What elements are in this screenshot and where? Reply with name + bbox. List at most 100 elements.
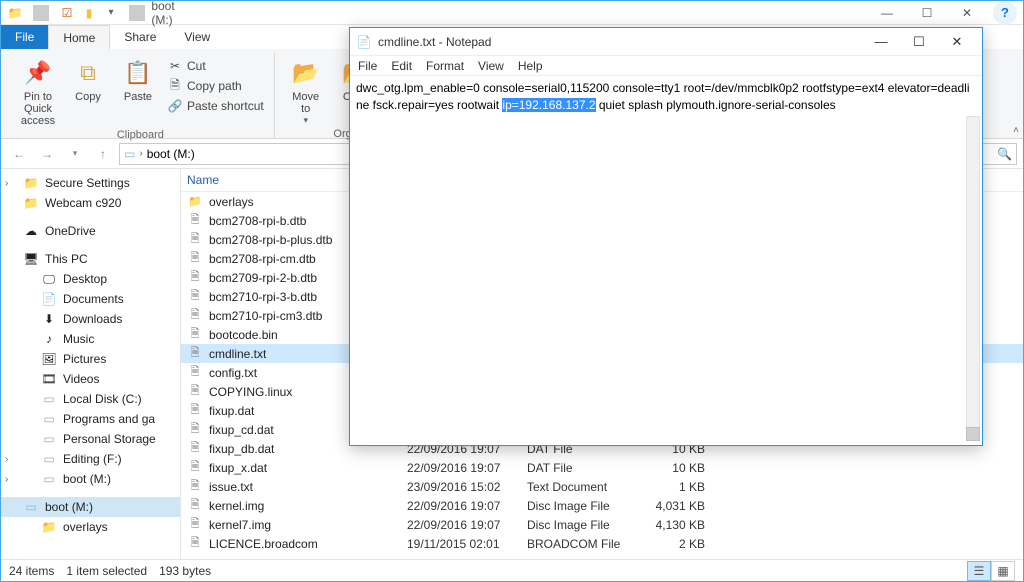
file-row[interactable]: 🗎kernel.img22/09/2016 19:07Disc Image Fi… (181, 496, 1023, 515)
forward-button[interactable]: → (35, 142, 59, 166)
tree-item-label: Videos (63, 372, 99, 386)
menu-file[interactable]: File (358, 59, 377, 73)
menu-format[interactable]: Format (426, 59, 464, 73)
notepad-minimize-button[interactable]: — (862, 28, 900, 56)
menu-help[interactable]: Help (518, 59, 543, 73)
paste-shortcut-button[interactable]: 🔗Paste shortcut (165, 97, 266, 115)
file-icon: 🗎 (187, 365, 203, 381)
file-row[interactable]: 🗎 kernel7.img 22/09/2016 19:07Disc Image F… (181, 515, 1023, 534)
tree-item[interactable]: 🖼Pictures (1, 349, 180, 369)
file-name: bcm2708-rpi-b.dtb (209, 214, 306, 228)
file-name: kernel7.img (209, 518, 271, 532)
help-icon[interactable]: ? (993, 1, 1017, 25)
copypath-icon: 🗎 (167, 78, 183, 94)
file-name: LICENCE.broadcom (209, 537, 318, 551)
menu-view[interactable]: View (478, 59, 504, 73)
tree-item[interactable]: ▭Personal Storage (1, 429, 180, 449)
file-row[interactable]: 🗎issue.txt23/09/2016 15:02Text Document1… (181, 477, 1023, 496)
nav-tree[interactable]: ›📁Secure Settings📁Webcam c920 ☁OneDrive 🖥T… (1, 169, 181, 561)
large-icons-view-button[interactable]: ▦ (991, 561, 1015, 581)
tree-item-label: Local Disk (C:) (63, 392, 142, 406)
moveto-icon: 📂 (290, 57, 322, 89)
file-row[interactable]: 🗎fixup_x.dat22/09/2016 19:07DAT File10 K… (181, 458, 1023, 477)
menu-edit[interactable]: Edit (391, 59, 412, 73)
tree-item[interactable]: 🎞Videos (1, 369, 180, 389)
notepad-maximize-button[interactable]: ☐ (900, 28, 938, 56)
notepad-scroll-down[interactable] (966, 427, 980, 441)
tree-item-label: boot (M:) (45, 500, 93, 514)
tree-item-label: overlays (63, 520, 108, 534)
tree-item[interactable]: ⬇Downloads (1, 309, 180, 329)
file-icon: 🗎 (187, 346, 203, 362)
notepad-text-area[interactable]: dwc_otg.lpm_enable=0 console=serial0,115… (350, 76, 982, 447)
tree-item[interactable]: 📄Documents (1, 289, 180, 309)
file-name: bcm2708-rpi-b-plus.dtb (209, 233, 332, 247)
details-view-button[interactable]: ☰ (967, 561, 991, 581)
cloud-icon: ☁ (23, 223, 39, 239)
expand-icon[interactable]: › (5, 454, 8, 465)
folder-icon: 📁 (23, 195, 39, 211)
pin-to-quick-access-button[interactable]: 📌 Pin to Quick access (15, 53, 61, 127)
tree-item[interactable]: ›▭Editing (F:) (1, 449, 180, 469)
tab-file[interactable]: File (1, 25, 48, 49)
file-name: COPYING.linux (209, 385, 292, 399)
tree-item[interactable]: ›▭boot (M:) (1, 469, 180, 489)
tree-item[interactable]: ▭boot (M:) (1, 497, 180, 517)
up-button[interactable]: ↑ (91, 142, 115, 166)
tree-item[interactable]: ☁OneDrive (1, 221, 180, 241)
desktop-icon: 🖵 (41, 271, 57, 287)
docs-icon: 📄 (41, 291, 57, 307)
paste-button[interactable]: 📋 Paste (115, 53, 161, 103)
tree-item-label: Pictures (63, 352, 106, 366)
tree-item[interactable]: 🖵Desktop (1, 269, 180, 289)
drive-icon: ▭ (41, 411, 57, 427)
music-icon: ♪ (41, 331, 57, 347)
maximize-button[interactable]: ☐ (907, 1, 947, 25)
tree-item-label: Programs and ga (63, 412, 155, 426)
copy-path-button[interactable]: 🗎Copy path (165, 77, 266, 95)
back-button[interactable]: ← (7, 142, 31, 166)
paste-icon: 📋 (122, 57, 154, 89)
file-name: overlays (209, 195, 254, 209)
notepad-close-button[interactable]: ✕ (938, 28, 976, 56)
tree-item[interactable]: 📁overlays (1, 517, 180, 537)
file-type: Disc Image File (521, 518, 641, 532)
file-type: Text Document (521, 480, 641, 494)
notepad-scrollbar[interactable] (966, 116, 980, 441)
down-icon: ⬇ (41, 311, 57, 327)
pin-icon: 📌 (22, 57, 54, 89)
file-name: kernel.img (209, 499, 264, 513)
copy-button[interactable]: ⧉ Copy (65, 53, 111, 103)
drive-icon: ▭ (41, 471, 57, 487)
overflow-icon[interactable]: ▾ (103, 5, 119, 21)
tree-item[interactable]: ♪ Music (1, 329, 180, 349)
expand-icon[interactable]: › (5, 178, 8, 189)
tree-item[interactable]: ›📁Secure Settings (1, 173, 180, 193)
tree-item[interactable]: 🖥This PC (1, 249, 180, 269)
file-icon: 🗎 (187, 270, 203, 286)
pc-icon: 🖥 (23, 251, 39, 267)
tree-item[interactable]: ▭ Programs and ga (1, 409, 180, 429)
checkbox-icon[interactable]: ☑ (59, 5, 75, 21)
file-row[interactable]: 🗎LICENCE.broadcom19/11/2015 02:01BROADCO… (181, 534, 1023, 553)
search-icon: 🔍 (997, 147, 1012, 161)
tree-item[interactable]: ▭Local Disk (C:) (1, 389, 180, 409)
file-name: fixup.dat (209, 404, 254, 418)
file-date: 22/09/2016 19:07 (401, 518, 521, 532)
tree-item-label: Editing (F:) (63, 452, 122, 466)
move-to-button[interactable]: 📂 Move to ▾ (283, 53, 329, 126)
file-icon: 🗎 (187, 517, 203, 533)
status-bar: 24 items 1 item selected 193 bytes ☰ ▦ (1, 559, 1023, 581)
recent-locations-button[interactable]: ▾ (63, 142, 87, 166)
ribbon-collapse-icon[interactable]: ˄ (1013, 125, 1019, 136)
tab-share[interactable]: Share (110, 25, 170, 49)
tab-home[interactable]: Home (48, 25, 110, 49)
tab-view[interactable]: View (170, 25, 224, 49)
tree-item-label: Music (63, 332, 94, 346)
expand-icon[interactable]: › (5, 474, 8, 485)
close-button[interactable]: ✕ (947, 1, 987, 25)
cut-button[interactable]: ✂Cut (165, 57, 266, 75)
tree-item[interactable]: 📁Webcam c920 (1, 193, 180, 213)
minimize-button[interactable]: — (867, 1, 907, 25)
file-icon: 🗎 (187, 384, 203, 400)
